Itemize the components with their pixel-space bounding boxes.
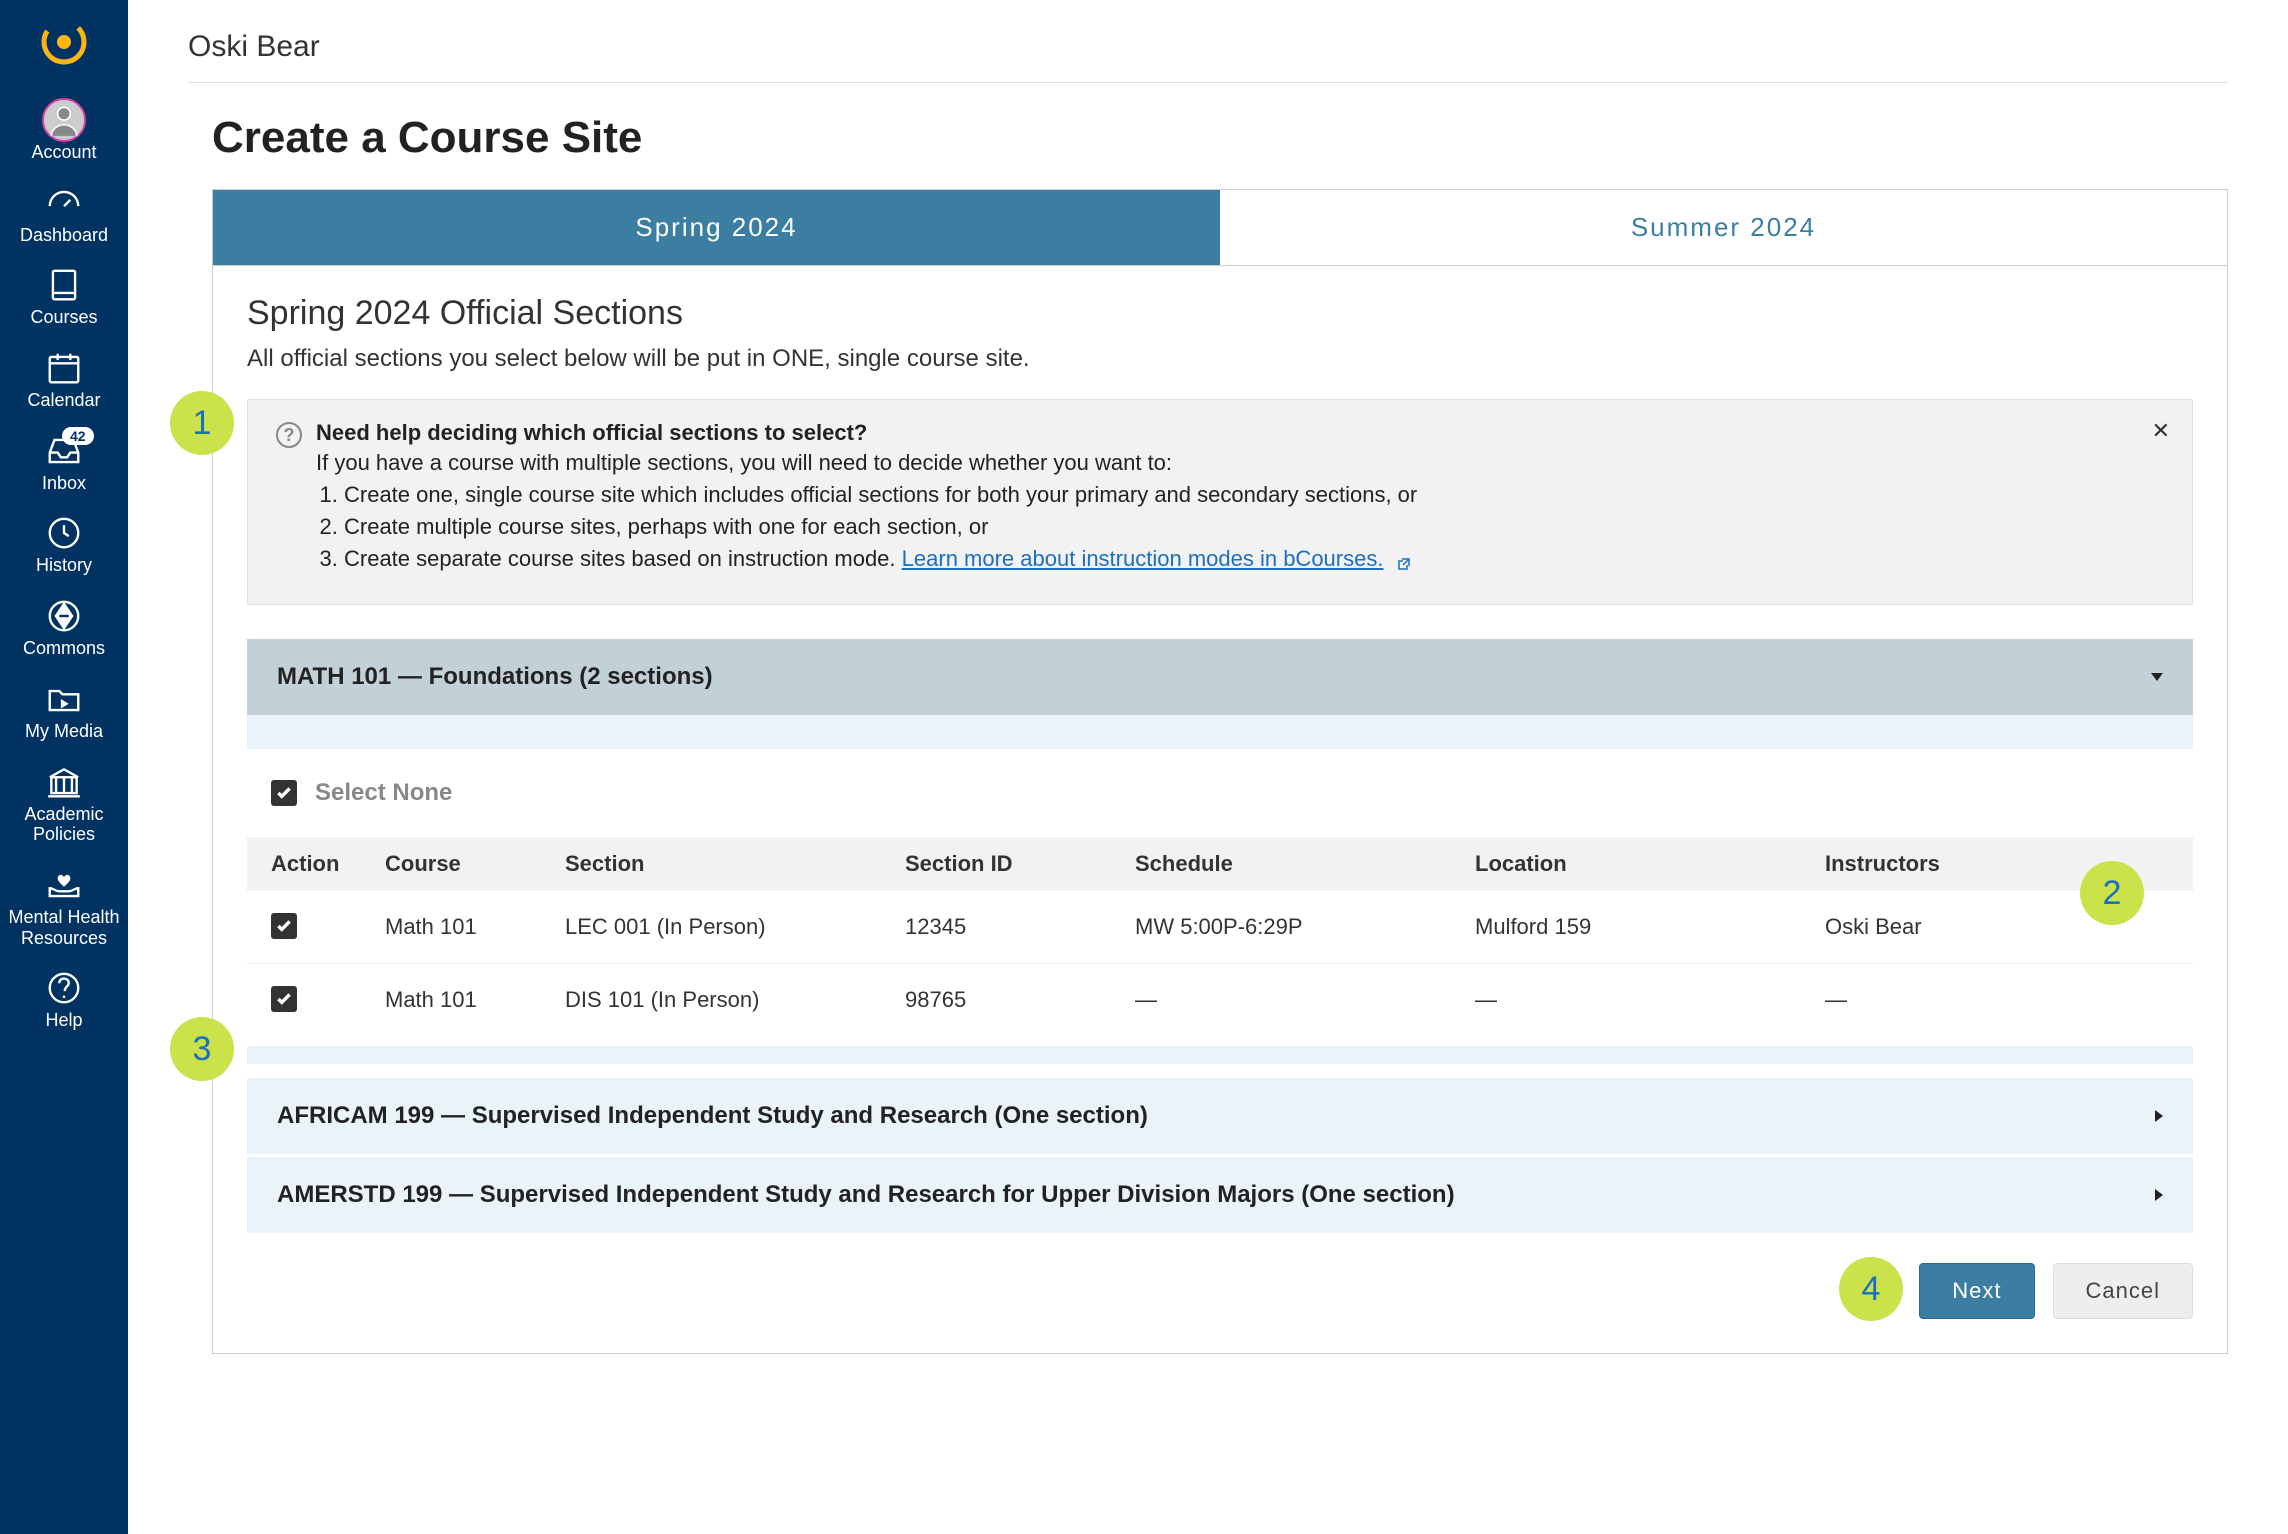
cell-schedule: —: [1117, 964, 1457, 1037]
chevron-right-icon: [2155, 1189, 2163, 1201]
sidebar-label: Dashboard: [20, 225, 108, 246]
table-row: Math 101 LEC 001 (In Person) 12345 MW 5:…: [247, 891, 2193, 964]
question-icon: ?: [276, 422, 302, 448]
tab-summer-2024[interactable]: Summer 2024: [1220, 190, 2227, 265]
chevron-right-icon: [2155, 1110, 2163, 1122]
help-item: Create separate course sites based on in…: [344, 546, 1417, 572]
institution-icon: [45, 762, 83, 802]
main-content: Oski Bear Create a Course Site 1 2 3 Spr…: [128, 0, 2288, 1534]
inbox-badge: 42: [62, 427, 94, 445]
col-section: Section: [547, 837, 887, 891]
hands-heart-icon: [45, 865, 83, 905]
help-icon: [45, 968, 83, 1008]
page-title: Create a Course Site: [212, 113, 2228, 163]
course-title: AMERSTD 199 — Supervised Independent Stu…: [277, 1181, 1455, 1209]
course-header-math101[interactable]: MATH 101 — Foundations (2 sections): [247, 639, 2193, 715]
cell-course: Math 101: [367, 964, 547, 1037]
clock-icon: [45, 513, 83, 553]
book-icon: [45, 265, 83, 305]
sidebar-item-courses[interactable]: Courses: [0, 257, 128, 340]
help-learn-more-link[interactable]: Learn more about instruction modes in bC…: [902, 546, 1384, 571]
col-course: Course: [367, 837, 547, 891]
help-title: Need help deciding which official sectio…: [316, 420, 1417, 446]
sidebar-item-inbox[interactable]: 42 Inbox: [0, 423, 128, 506]
cell-section-id: 12345: [887, 891, 1117, 964]
cancel-button[interactable]: Cancel: [2053, 1263, 2193, 1319]
sidebar-item-policies[interactable]: Academic Policies: [0, 754, 128, 857]
sections-table: Action Course Section Section ID Schedul…: [247, 837, 2193, 1036]
term-tabs: Spring 2024 Summer 2024: [212, 189, 2228, 265]
cell-course: Math 101: [367, 891, 547, 964]
sidebar-label: Inbox: [42, 473, 86, 494]
cell-location: —: [1457, 964, 1807, 1037]
col-section-id: Section ID: [887, 837, 1117, 891]
calendar-icon: [45, 348, 83, 388]
external-link-icon: [1396, 552, 1412, 568]
gauge-icon: [45, 183, 83, 223]
media-folder-icon: [45, 679, 83, 719]
annotation-badge-1: 1: [170, 391, 234, 455]
row-checkbox[interactable]: [271, 986, 297, 1012]
help-panel: ✕ ? Need help deciding which official se…: [247, 399, 2193, 605]
sidebar-item-dashboard[interactable]: Dashboard: [0, 175, 128, 258]
sidebar-item-help[interactable]: Help: [0, 960, 128, 1043]
sidebar-item-mymedia[interactable]: My Media: [0, 671, 128, 754]
breadcrumb-user[interactable]: Oski Bear: [188, 30, 2228, 64]
select-all-checkbox[interactable]: [271, 780, 297, 806]
annotation-badge-2: 2: [2080, 861, 2144, 925]
cell-section: DIS 101 (In Person): [547, 964, 887, 1037]
annotation-badge-4: 4: [1839, 1257, 1903, 1321]
sidebar-label: History: [36, 555, 92, 576]
cell-section-id: 98765: [887, 964, 1117, 1037]
course-block-expanded: MATH 101 — Foundations (2 sections) Sele…: [247, 639, 2193, 1064]
help-intro: If you have a course with multiple secti…: [316, 450, 1417, 476]
sidebar-label: Commons: [23, 638, 105, 659]
sections-heading: Spring 2024 Official Sections: [247, 294, 2193, 333]
sections-subtext: All official sections you select below w…: [247, 345, 2193, 373]
help-item-text: Create separate course sites based on in…: [344, 546, 896, 571]
course-title: AFRICAM 199 — Supervised Independent Stu…: [277, 1102, 1148, 1130]
row-checkbox[interactable]: [271, 913, 297, 939]
header-divider: [188, 82, 2228, 83]
chevron-down-icon: [2151, 673, 2163, 681]
next-button[interactable]: Next: [1919, 1263, 2034, 1319]
sidebar-label: Calendar: [27, 390, 100, 411]
sidebar-label: Help: [45, 1010, 82, 1031]
sidebar-item-history[interactable]: History: [0, 505, 128, 588]
sections-panel: Spring 2024 Official Sections All offici…: [212, 265, 2228, 1354]
sidebar-label: Courses: [30, 307, 97, 328]
col-action: Action: [247, 837, 367, 891]
cell-schedule: MW 5:00P-6:29P: [1117, 891, 1457, 964]
sidebar-label: My Media: [25, 721, 103, 742]
select-all-label: Select None: [315, 779, 452, 807]
help-item: Create multiple course sites, perhaps wi…: [344, 514, 1417, 540]
course-header-amerstd199[interactable]: AMERSTD 199 — Supervised Independent Stu…: [247, 1157, 2193, 1233]
share-icon: [45, 596, 83, 636]
global-sidebar: Account Dashboard Courses Calendar 42 In…: [0, 0, 128, 1534]
annotation-badge-3: 3: [170, 1017, 234, 1081]
cell-section: LEC 001 (In Person): [547, 891, 887, 964]
tab-spring-2024[interactable]: Spring 2024: [213, 190, 1220, 265]
avatar-icon: [42, 100, 86, 140]
sidebar-item-mental-health[interactable]: Mental Health Resources: [0, 857, 128, 960]
cell-instructors: —: [1807, 964, 2193, 1037]
sidebar-label: Account: [31, 142, 96, 163]
help-item: Create one, single course site which inc…: [344, 482, 1417, 508]
sidebar-item-account[interactable]: Account: [0, 92, 128, 175]
app-logo[interactable]: [32, 10, 96, 74]
close-icon[interactable]: ✕: [2152, 418, 2170, 444]
sidebar-item-commons[interactable]: Commons: [0, 588, 128, 671]
sidebar-label: Mental Health Resources: [0, 907, 128, 948]
cell-location: Mulford 159: [1457, 891, 1807, 964]
sidebar-item-calendar[interactable]: Calendar: [0, 340, 128, 423]
sidebar-label: Academic Policies: [0, 804, 128, 845]
col-schedule: Schedule: [1117, 837, 1457, 891]
course-header-africam199[interactable]: AFRICAM 199 — Supervised Independent Stu…: [247, 1078, 2193, 1154]
course-title: MATH 101 — Foundations (2 sections): [277, 663, 713, 691]
table-row: Math 101 DIS 101 (In Person) 98765 — — —: [247, 964, 2193, 1037]
col-location: Location: [1457, 837, 1807, 891]
